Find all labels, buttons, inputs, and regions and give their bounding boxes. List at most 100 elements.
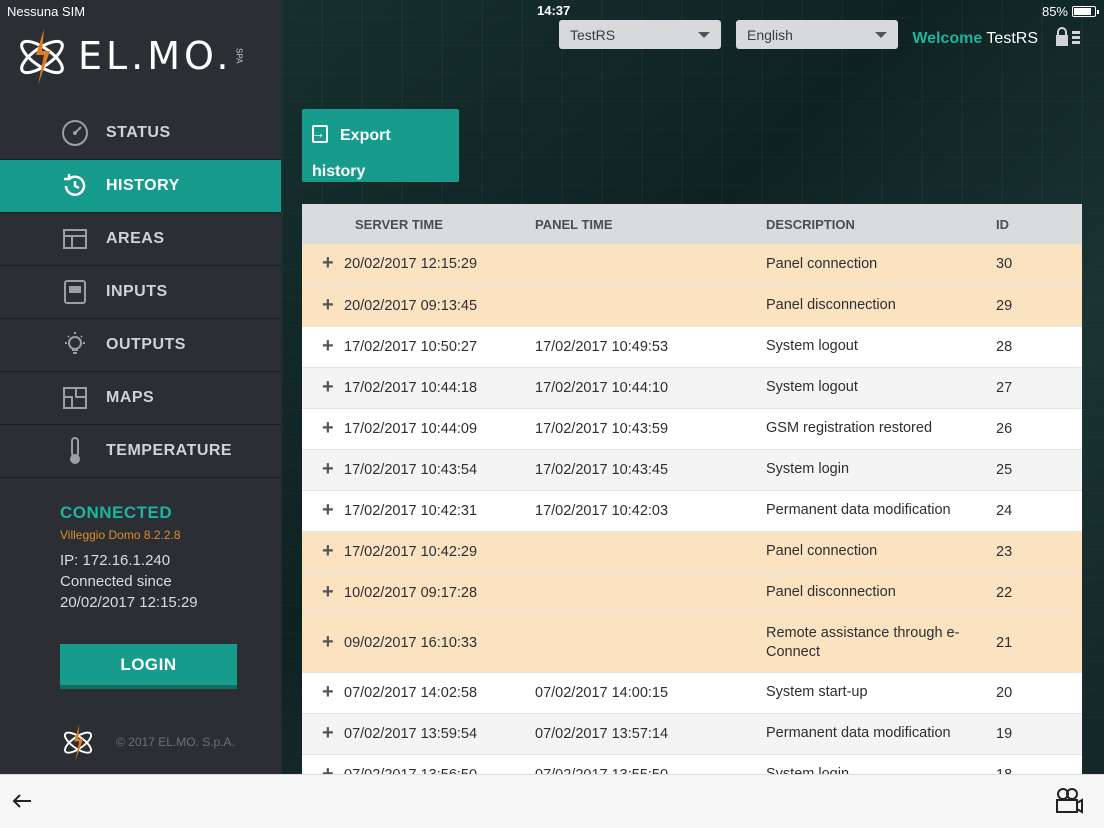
login-button[interactable]: LOGIN bbox=[60, 644, 237, 689]
nav-item-status[interactable]: STATUS bbox=[0, 107, 281, 160]
cell-server-time: +17/02/2017 10:42:29 bbox=[302, 531, 535, 573]
nav-label-temperature: TEMPERATURE bbox=[106, 442, 233, 459]
user-select-value: TestRS bbox=[570, 26, 616, 43]
nav-item-history[interactable]: HISTORY bbox=[0, 160, 289, 213]
nav-item-areas[interactable]: AREAS bbox=[0, 213, 281, 266]
cell-id: 27 bbox=[996, 367, 1082, 409]
clock: 14:37 bbox=[537, 3, 571, 18]
cell-panel-time: 17/02/2017 10:44:10 bbox=[535, 367, 766, 409]
bottom-toolbar bbox=[0, 774, 1104, 828]
battery-indicator: 85% bbox=[1042, 4, 1099, 19]
table-row[interactable]: +07/02/2017 14:02:58 07/02/2017 14:00:15 S… bbox=[302, 672, 1082, 714]
nav-item-inputs[interactable]: INPUTS bbox=[0, 266, 281, 319]
cell-server-time-text: 17/02/2017 10:42:31 bbox=[344, 502, 478, 519]
export-label-line2: history bbox=[312, 163, 366, 180]
expand-plus-icon[interactable]: + bbox=[322, 723, 344, 743]
cell-description: Panel disconnection bbox=[766, 572, 996, 614]
expand-plus-icon[interactable]: + bbox=[322, 764, 344, 775]
cell-panel-time-text: 17/02/2017 10:42:03 bbox=[535, 502, 669, 519]
cell-server-time: +09/02/2017 16:10:33 bbox=[302, 613, 535, 673]
col-server-time[interactable]: SERVER TIME bbox=[302, 204, 535, 244]
cell-server-time: +07/02/2017 13:59:54 bbox=[302, 713, 535, 755]
inputs-icon bbox=[60, 277, 90, 307]
cell-server-time-text: 17/02/2017 10:44:09 bbox=[344, 420, 478, 437]
cell-server-time: +17/02/2017 10:50:27 bbox=[302, 326, 535, 368]
cell-id-text: 26 bbox=[996, 420, 1013, 437]
table-row[interactable]: +17/02/2017 10:44:18 17/02/2017 10:44:10 S… bbox=[302, 367, 1082, 409]
cell-id: 20 bbox=[996, 672, 1082, 714]
carrier-label: Nessuna SIM bbox=[7, 4, 86, 19]
cell-description-text: Panel connection bbox=[766, 255, 878, 272]
cell-panel-time: 17/02/2017 10:43:59 bbox=[535, 408, 766, 450]
cell-id-text: 28 bbox=[996, 338, 1013, 355]
nav-item-temperature[interactable]: TEMPERATURE bbox=[0, 425, 281, 478]
elmo-star-logo-icon bbox=[20, 29, 64, 85]
cell-description-text: System logout bbox=[766, 379, 858, 395]
cell-panel-time-text: 17/02/2017 10:49:53 bbox=[535, 338, 669, 355]
expand-plus-icon[interactable]: + bbox=[322, 418, 344, 438]
ios-status-bar: Nessuna SIM 14:37 85% bbox=[0, 0, 1104, 22]
logout-lock-icon[interactable] bbox=[1054, 27, 1082, 47]
table-row[interactable]: +17/02/2017 10:43:54 17/02/2017 10:43:45 S… bbox=[302, 449, 1082, 491]
table-row[interactable]: +17/02/2017 10:42:31 17/02/2017 10:42:03 P… bbox=[302, 490, 1082, 532]
cell-description-text: System logout bbox=[766, 338, 858, 354]
table-row[interactable]: +07/02/2017 13:56:5007/02/2017 13:55:50S… bbox=[302, 754, 1082, 774]
user-select[interactable]: TestRS bbox=[559, 20, 721, 49]
cell-description-text: Permanent data modification bbox=[766, 502, 951, 518]
cell-description: Remote assistance through e-Connect bbox=[766, 613, 996, 673]
cell-server-time-text: 17/02/2017 10:50:27 bbox=[344, 338, 478, 355]
connection-panel: CONNECTED Villeggio Domo 8.2.2.8 IP: 172… bbox=[60, 503, 198, 613]
cell-server-time: +20/02/2017 09:13:45 bbox=[302, 285, 535, 327]
gauge-icon bbox=[60, 118, 90, 148]
table-row[interactable]: +10/02/2017 09:17:28 Panel disconnection 2… bbox=[302, 572, 1082, 614]
camera-icon[interactable] bbox=[1054, 787, 1084, 815]
expand-plus-icon[interactable]: + bbox=[322, 541, 344, 561]
welcome-message: Welcome TestRS bbox=[912, 30, 1038, 48]
expand-plus-icon[interactable]: + bbox=[322, 295, 344, 315]
expand-plus-icon[interactable]: + bbox=[322, 459, 344, 479]
expand-plus-icon[interactable]: + bbox=[322, 500, 344, 520]
table-row[interactable]: +20/02/2017 09:13:45 Panel disconnection 2… bbox=[302, 285, 1082, 327]
main-content: TestRS English Welcome TestRS Export his… bbox=[281, 0, 1104, 774]
nav-item-maps[interactable]: MAPS bbox=[0, 372, 281, 425]
col-description[interactable]: DESCRIPTION bbox=[766, 204, 996, 244]
expand-plus-icon[interactable]: + bbox=[322, 336, 344, 356]
cell-panel-time: 07/02/2017 13:55:50 bbox=[535, 754, 766, 774]
logo-wordmark: EL.MO. bbox=[78, 34, 233, 78]
table-row[interactable]: +07/02/2017 13:59:54 07/02/2017 13:57:14 P… bbox=[302, 713, 1082, 755]
table-row[interactable]: +17/02/2017 10:44:09 17/02/2017 10:43:59 G… bbox=[302, 408, 1082, 450]
back-arrow-icon[interactable] bbox=[12, 789, 32, 815]
expand-plus-icon[interactable]: + bbox=[322, 253, 344, 273]
cell-description-text: Remote assistance through e-Connect bbox=[766, 624, 960, 660]
expand-plus-icon[interactable]: + bbox=[322, 632, 344, 652]
cell-id-text: 27 bbox=[996, 379, 1013, 396]
cell-id: 21 bbox=[996, 613, 1082, 673]
cell-panel-time: 17/02/2017 10:42:03 bbox=[535, 490, 766, 532]
cell-id-text: 19 bbox=[996, 725, 1013, 742]
language-select[interactable]: English bbox=[736, 20, 898, 49]
cell-server-time: +07/02/2017 13:56:50 bbox=[302, 754, 535, 774]
table-row[interactable]: +17/02/2017 10:42:29 Panel connection 23 bbox=[302, 531, 1082, 573]
history-table-container[interactable]: SERVER TIME PANEL TIME DESCRIPTION ID +2… bbox=[302, 204, 1082, 774]
export-history-button[interactable]: Export history bbox=[302, 109, 459, 182]
nav-label-history: HISTORY bbox=[106, 177, 180, 194]
cell-panel-time bbox=[535, 613, 766, 673]
cell-panel-time-text: 17/02/2017 10:44:10 bbox=[535, 379, 669, 396]
cell-description-text: System start-up bbox=[766, 684, 868, 700]
cell-server-time: +17/02/2017 10:43:54 bbox=[302, 449, 535, 491]
table-row[interactable]: +17/02/2017 10:50:27 17/02/2017 10:49:53 S… bbox=[302, 326, 1082, 368]
expand-plus-icon[interactable]: + bbox=[322, 582, 344, 602]
cell-description-text: Panel disconnection bbox=[766, 584, 896, 600]
cell-description: System login bbox=[766, 449, 996, 491]
cell-panel-time bbox=[535, 572, 766, 614]
chevron-down-icon bbox=[875, 31, 887, 38]
cell-description: Panel disconnection bbox=[766, 285, 996, 327]
cell-id: 24 bbox=[996, 490, 1082, 532]
nav-item-outputs[interactable]: OUTPUTS bbox=[0, 319, 281, 372]
col-panel-time[interactable]: PANEL TIME bbox=[535, 204, 766, 244]
expand-plus-icon[interactable]: + bbox=[322, 377, 344, 397]
col-id[interactable]: ID bbox=[996, 204, 1082, 244]
table-row[interactable]: +20/02/2017 12:15:29 Panel connection 30 bbox=[302, 244, 1082, 286]
expand-plus-icon[interactable]: + bbox=[322, 682, 344, 702]
table-row[interactable]: +09/02/2017 16:10:33 Remote assistance th… bbox=[302, 613, 1082, 673]
